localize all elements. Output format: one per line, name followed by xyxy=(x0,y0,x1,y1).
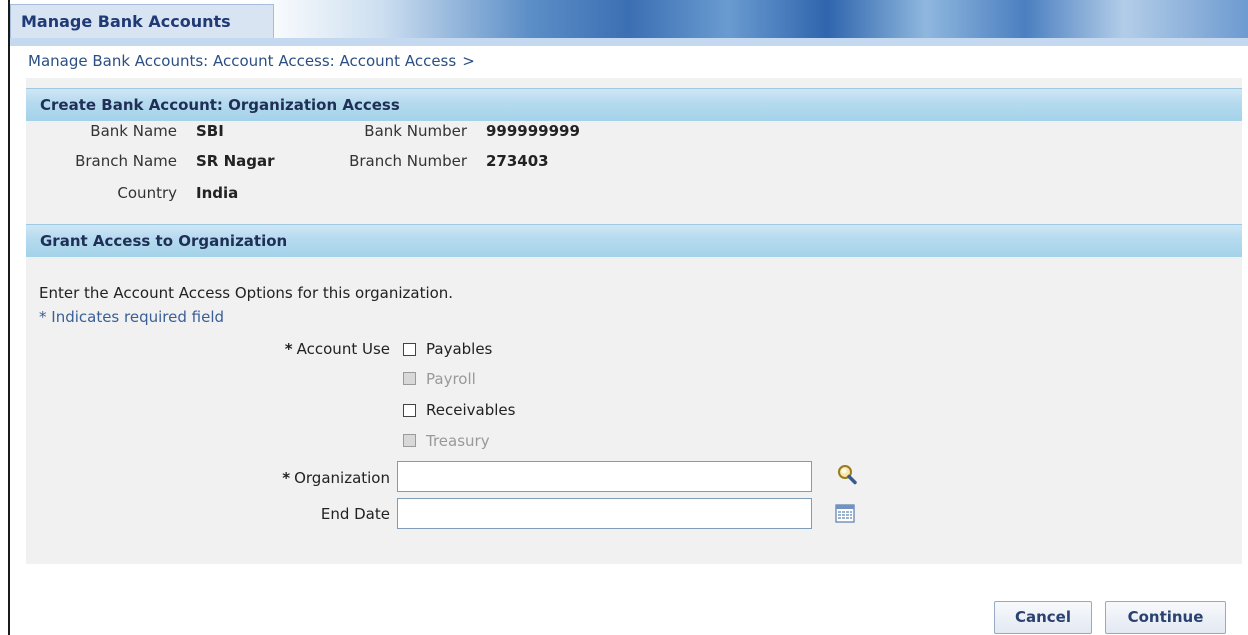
breadcrumb: Manage Bank Accounts: Account Access: Ac… xyxy=(28,52,475,70)
continue-button[interactable]: Continue xyxy=(1105,601,1226,634)
branch-name-value: SR Nagar xyxy=(196,152,275,170)
receivables-checkbox[interactable] xyxy=(403,404,416,417)
bank-number-label: Bank Number xyxy=(364,122,467,140)
banner-strip xyxy=(10,38,1248,46)
app-tab-manage-bank-accounts[interactable]: Manage Bank Accounts xyxy=(10,4,274,38)
bank-number-value: 999999999 xyxy=(486,122,580,140)
organization-label-text: Organization xyxy=(294,469,390,487)
required-star: * xyxy=(282,469,291,487)
required-field-note: * Indicates required field xyxy=(39,308,225,326)
app-banner: Manage Bank Accounts xyxy=(10,0,1248,46)
cancel-button[interactable]: Cancel xyxy=(994,601,1092,634)
branch-number-value: 273403 xyxy=(486,152,549,170)
account-use-label: * Account Use xyxy=(285,340,390,358)
treasury-checkbox xyxy=(403,434,416,447)
bank-name-value: SBI xyxy=(196,122,224,140)
organization-label: * Organization xyxy=(282,469,390,487)
calendar-icon[interactable] xyxy=(835,503,857,525)
receivables-label: Receivables xyxy=(426,401,516,419)
page-left-border xyxy=(8,0,10,635)
end-date-input[interactable] xyxy=(397,498,812,529)
account-use-label-text: Account Use xyxy=(296,340,390,358)
breadcrumb-separator: > xyxy=(462,52,475,70)
payroll-checkbox xyxy=(403,372,416,385)
branch-number-label: Branch Number xyxy=(349,152,467,170)
branch-name-label: Branch Name xyxy=(75,152,177,170)
required-star: * xyxy=(284,340,293,358)
bank-name-label: Bank Name xyxy=(90,122,177,140)
search-icon[interactable] xyxy=(836,464,858,486)
organization-input[interactable] xyxy=(397,461,812,492)
payroll-label: Payroll xyxy=(426,370,476,388)
payables-label: Payables xyxy=(426,340,493,358)
section-header-grant-access: Grant Access to Organization xyxy=(26,224,1242,257)
breadcrumb-link[interactable]: Manage Bank Accounts: Account Access: Ac… xyxy=(28,52,456,70)
country-label: Country xyxy=(117,184,177,202)
country-value: India xyxy=(196,184,239,202)
payables-checkbox[interactable] xyxy=(403,343,416,356)
instruction-text: Enter the Account Access Options for thi… xyxy=(39,284,454,302)
end-date-label: End Date xyxy=(320,505,390,523)
treasury-label: Treasury xyxy=(426,432,490,450)
section-header-organization-access: Create Bank Account: Organization Access xyxy=(26,88,1242,121)
